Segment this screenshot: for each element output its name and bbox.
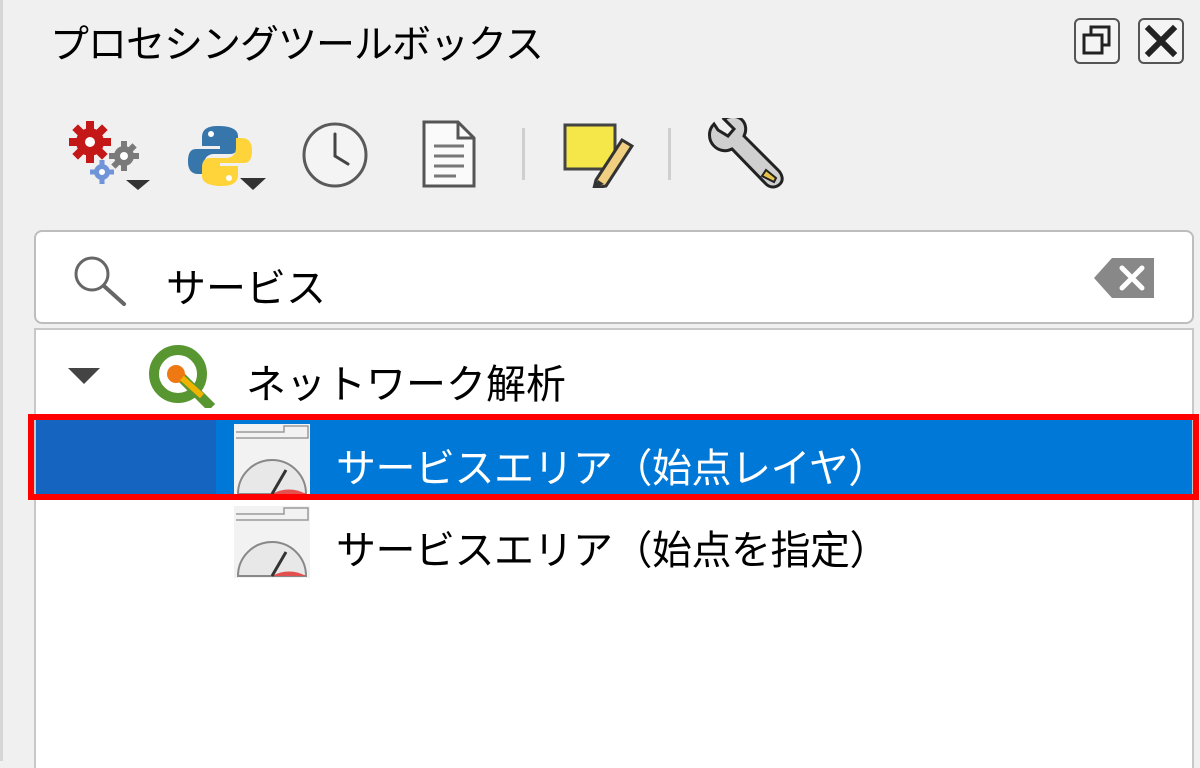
service-area-gauge-icon: [234, 506, 310, 578]
python-scripts-button[interactable]: [186, 122, 270, 198]
tree-group-network-analysis[interactable]: ネットワーク解析: [36, 330, 1192, 420]
options-button[interactable]: [704, 114, 784, 194]
toolbar-separator-2: [668, 128, 671, 180]
toolbar-separator: [522, 128, 525, 180]
algorithm-tree[interactable]: ネットワーク解析 サービスエリア（始点レイヤ） サービスエリア（始点を指定）: [34, 328, 1194, 768]
close-icon: [1144, 24, 1178, 58]
search-box[interactable]: サービス: [34, 230, 1194, 324]
close-panel-button[interactable]: [1138, 18, 1184, 64]
models-button[interactable]: [66, 118, 154, 198]
tree-group-label: ネットワーク解析: [246, 362, 566, 408]
edit-features-in-place-icon: [563, 123, 635, 190]
selection-indent: [36, 420, 216, 500]
tree-item-service-area-from-point[interactable]: サービスエリア（始点を指定）: [36, 502, 1192, 582]
tree-item-label: サービスエリア（始点レイヤ）: [336, 446, 888, 492]
panel-title: プロセシングツールボックス: [50, 23, 544, 68]
expand-arrow-icon[interactable]: [66, 366, 102, 386]
float-panel-button[interactable]: [1074, 18, 1120, 64]
options-wrench-icon: [708, 114, 784, 189]
history-clock-icon: [302, 122, 368, 188]
tree-item-service-area-from-layer[interactable]: サービスエリア（始点レイヤ）: [36, 420, 1192, 500]
clear-icon[interactable]: [1094, 256, 1156, 300]
edit-in-place-button[interactable]: [562, 122, 635, 192]
search-icon: [74, 256, 126, 306]
results-document-icon: [422, 120, 476, 188]
models-gear-icon: [69, 121, 150, 190]
history-button[interactable]: [300, 120, 370, 194]
results-viewer-button[interactable]: [420, 118, 478, 194]
restore-icon: [1082, 25, 1111, 55]
panel-left-border: [0, 0, 3, 761]
tree-item-label: サービスエリア（始点を指定）: [336, 528, 890, 574]
service-area-gauge-icon: [234, 424, 310, 496]
python-scripts-icon: [188, 126, 266, 190]
search-input[interactable]: サービス: [166, 256, 326, 314]
qgis-logo-icon: [149, 345, 216, 408]
